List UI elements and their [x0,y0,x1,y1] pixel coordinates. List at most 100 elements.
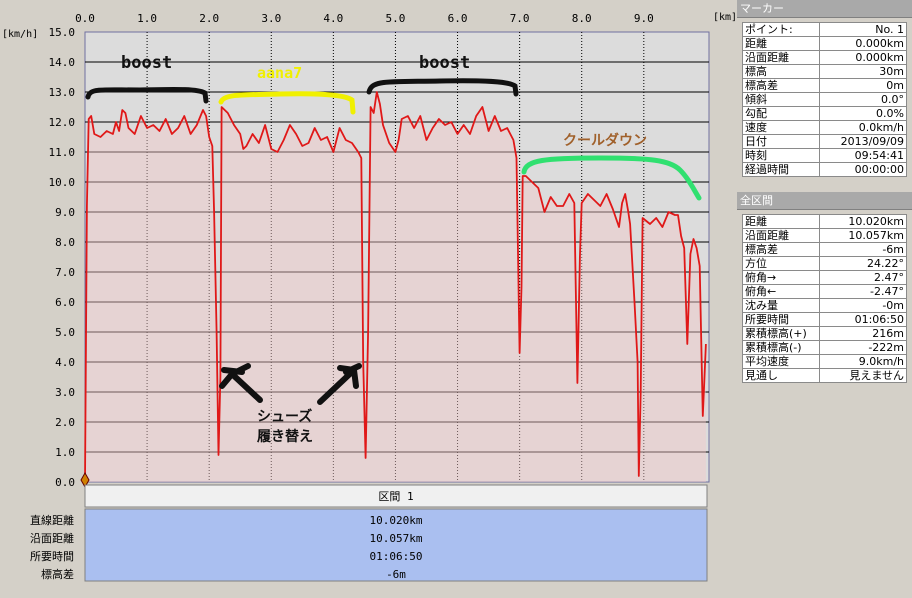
y-tick-label: 3.0 [55,386,75,399]
x-tick-label: 7.0 [510,12,530,25]
summary-value: 01:06:50 [370,550,423,563]
info-value: 10.057km [819,228,907,243]
info-value: 10.020km [819,214,907,229]
section-panel: 全区間 [737,192,912,210]
summary-value: 10.057km [370,532,423,545]
y-tick-label: 0.0 [55,476,75,489]
info-value: 216m [819,326,907,341]
info-value: 0.000km [819,36,907,51]
info-row: 標高 30m [742,64,907,79]
info-label: 標高差 [742,78,820,93]
info-value: -222m [819,340,907,355]
info-label: 平均速度 [742,354,820,369]
y-tick-label: 15.0 [49,26,76,39]
info-label: 経過時間 [742,162,820,177]
summary-value: 10.020km [370,514,423,527]
info-value: 24.22° [819,256,907,271]
info-row: ポイント: No. 1 [742,22,907,37]
info-label: 俯角← [742,284,820,299]
info-label: 勾配 [742,106,820,121]
marker-panel-title: マーカー [737,0,912,18]
x-tick-label: 3.0 [261,12,281,25]
info-label: 沈み量 [742,298,820,313]
info-label: 見通し [742,368,820,383]
info-row: 経過時間 00:00:00 [742,162,907,177]
y-tick-label: 11.0 [49,146,76,159]
shoes-label-line2: 履き替え [257,428,313,445]
section-panel-title: 全区間 [737,192,912,210]
info-label: 所要時間 [742,312,820,327]
summary-value: -6m [386,568,406,581]
info-row: 距離 10.020km [742,214,907,229]
info-label: 沿面距離 [742,50,820,65]
info-label: 累積標高(+) [742,326,820,341]
info-value: 01:06:50 [819,312,907,327]
info-value: 0.000km [819,50,907,65]
info-row: 平均速度 9.0km/h [742,354,907,369]
info-value: 30m [819,64,907,79]
x-tick-label: 9.0 [634,12,654,25]
info-value: 2.47° [819,270,907,285]
aana7-label: aana7 [257,64,302,82]
info-value: 2013/09/09 [819,134,907,149]
y-tick-label: 1.0 [55,446,75,459]
summary-label: 所要時間 [30,550,74,563]
y-tick-label: 10.0 [49,176,76,189]
info-value: 09:54:41 [819,148,907,163]
y-tick-label: 5.0 [55,326,75,339]
info-label: 標高 [742,64,820,79]
shoes-label-line1: シューズ [257,408,312,425]
section-header-label: 区間 1 [378,490,413,503]
boost-label-1: boost [121,53,172,73]
info-row: 俯角→ 2.47° [742,270,907,285]
info-label: 沿面距離 [742,228,820,243]
y-tick-label: 2.0 [55,416,75,429]
y-tick-label: 13.0 [49,86,76,99]
info-label: 累積標高(-) [742,340,820,355]
info-value: -0m [819,298,907,313]
summary-label: 標高差 [41,567,74,581]
marker-info-table: ポイント: No. 1 距離 0.000km 沿面距離 0.000km 標高 30m 標高差 0m… [742,22,907,177]
summary-label: 沿面距離 [30,531,74,545]
x-tick-label: 4.0 [323,12,343,25]
info-value: 見えません [819,368,907,383]
info-value: 0m [819,78,907,93]
info-row: 距離 0.000km [742,36,907,51]
info-row: 沿面距離 10.057km [742,228,907,243]
y-tick-label: 4.0 [55,356,75,369]
info-value: -2.47° [819,284,907,299]
x-tick-label: 6.0 [448,12,468,25]
info-row: 速度 0.0km/h [742,120,907,135]
info-value: 0.0km/h [819,120,907,135]
info-row: 標高差 0m [742,78,907,93]
info-label: 時刻 [742,148,820,163]
info-row: 傾斜 0.0° [742,92,907,107]
x-tick-label: 2.0 [199,12,219,25]
info-label: 標高差 [742,242,820,257]
info-label: ポイント: [742,22,820,37]
x-axis-unit: [km] [713,12,737,23]
x-tick-label: 1.0 [137,12,157,25]
info-label: 距離 [742,36,820,51]
cooldown-label: クールダウン [563,132,647,149]
x-tick-label: 5.0 [386,12,406,25]
y-tick-label: 14.0 [49,56,76,69]
x-tick-label: 0.0 [75,12,95,25]
y-tick-label: 8.0 [55,236,75,249]
info-row: 累積標高(+) 216m [742,326,907,341]
info-label: 日付 [742,134,820,149]
info-row: 所要時間 01:06:50 [742,312,907,327]
info-value: 0.0° [819,92,907,107]
info-row: 俯角← -2.47° [742,284,907,299]
info-row: 標高差 -6m [742,242,907,257]
info-row: 見通し 見えません [742,368,907,383]
section-info-table: 距離 10.020km 沿面距離 10.057km 標高差 -6m 方位 24.22° 俯角→ 2… [742,214,907,383]
y-axis-unit: [km/h] [2,29,38,40]
y-tick-label: 7.0 [55,266,75,279]
info-label: 速度 [742,120,820,135]
info-row: 沿面距離 0.000km [742,50,907,65]
info-row: 方位 24.22° [742,256,907,271]
info-value: 0.0% [819,106,907,121]
info-row: 勾配 0.0% [742,106,907,121]
info-row: 沈み量 -0m [742,298,907,313]
